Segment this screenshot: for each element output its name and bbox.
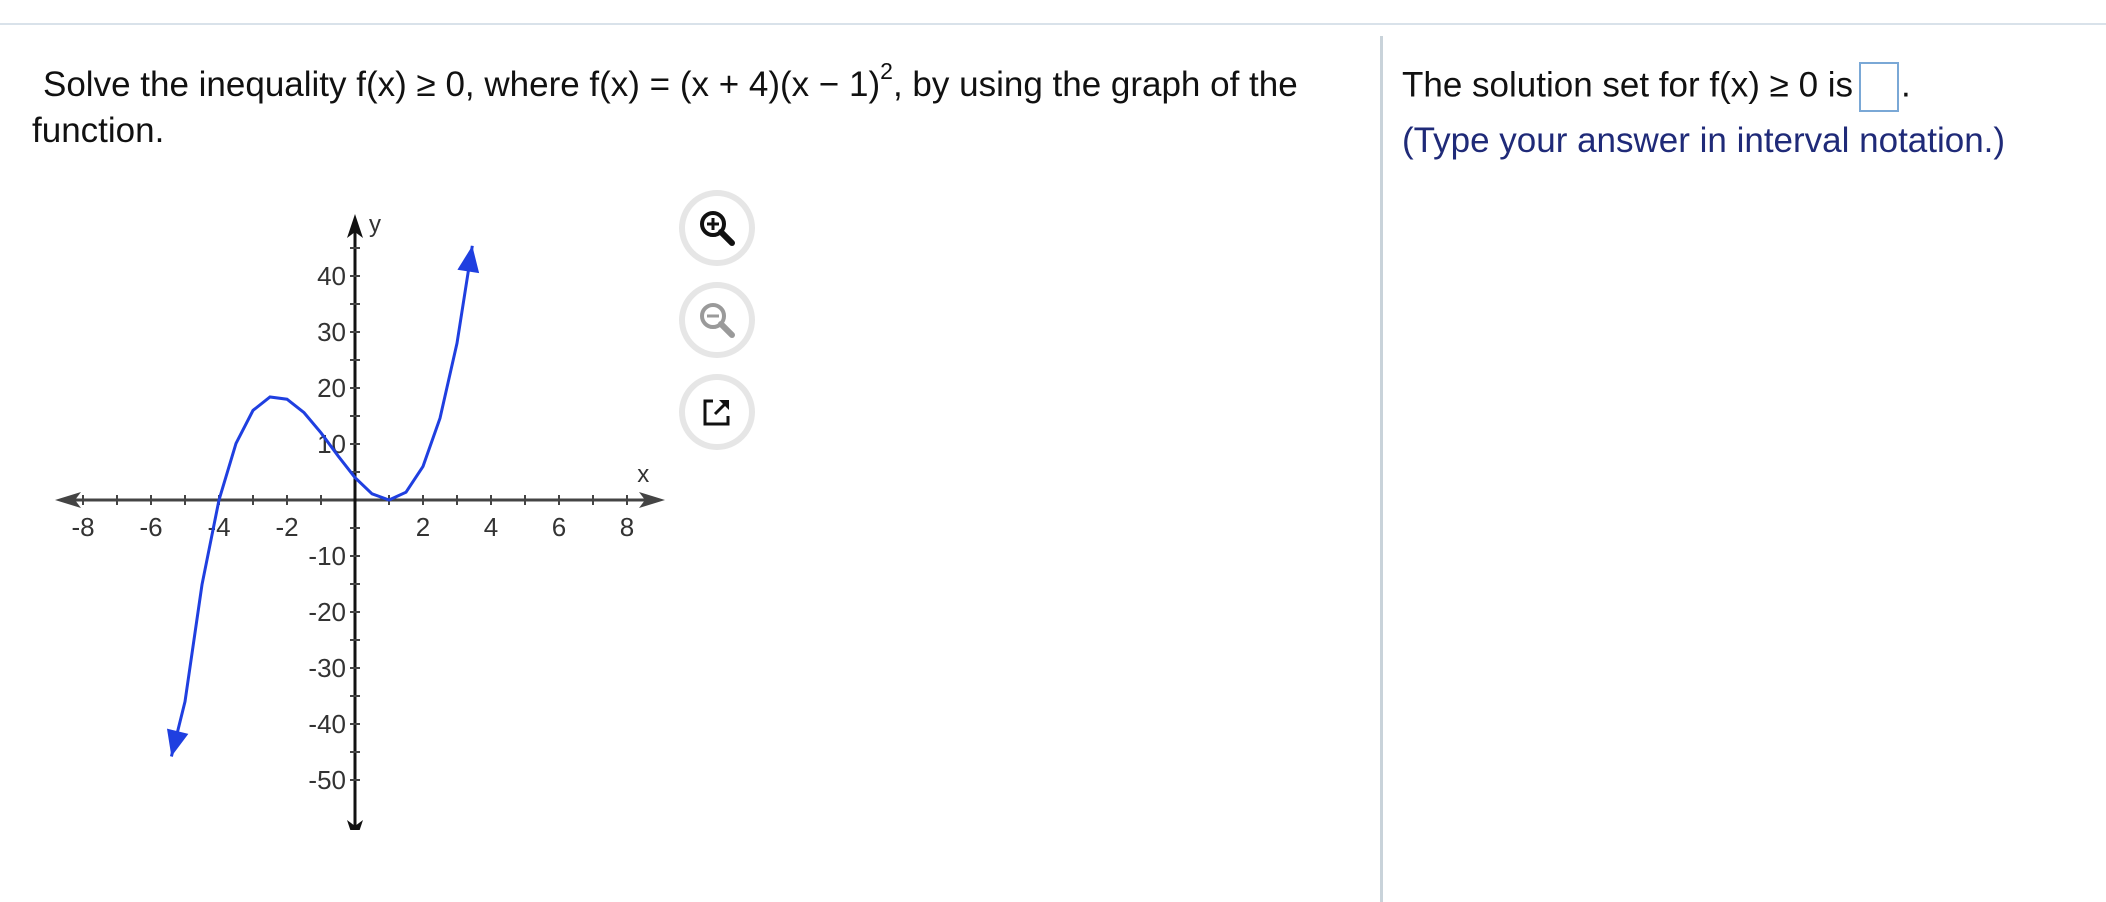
zoom-out-icon	[700, 303, 735, 338]
top-divider	[0, 23, 2106, 25]
external-link-icon	[703, 399, 730, 426]
answer-input-box[interactable]	[1859, 62, 1900, 112]
x-tick-label: -8	[71, 512, 94, 542]
y-tick-label: -10	[308, 541, 346, 571]
x-tick-label: -6	[139, 512, 162, 542]
question-line-1: Solve the inequality f(x) ≥ 0, where f(x…	[32, 60, 1352, 108]
x-tick-label: 6	[552, 512, 566, 542]
question-prefix: Solve the inequality f(x) ≥ 0, where f(x…	[43, 65, 881, 104]
y-axis-label: y	[369, 211, 381, 238]
y-tick-label: 20	[317, 373, 346, 403]
popout-button[interactable]	[685, 380, 749, 444]
function-graph: -8 -6 -4 -2 2 4 6 8 40 30 20 10 -10 -20 -30 -40 -50 x y	[30, 190, 700, 844]
question-suffix: , by using the graph of the	[892, 65, 1298, 104]
panel-divider	[1380, 36, 1383, 902]
zoom-out-button[interactable]	[685, 288, 749, 352]
x-tick-label: -2	[275, 512, 298, 542]
question-text: Solve the inequality f(x) ≥ 0, where f(x…	[32, 60, 1352, 154]
zoom-in-button[interactable]	[685, 196, 749, 260]
answer-hint: (Type your answer in interval notation.)	[1402, 121, 2006, 160]
x-tick-label: 4	[484, 512, 498, 542]
y-tick-label: -40	[308, 709, 346, 739]
answer-period: .	[1901, 65, 1911, 105]
graph-canvas: -8 -6 -4 -2 2 4 6 840302010-10-20-30-40-50xy	[55, 211, 665, 844]
y-tick-label: 40	[317, 261, 346, 291]
question-line-2: function.	[32, 111, 165, 150]
x-axis-label: x	[637, 461, 649, 488]
zoom-in-icon	[700, 211, 735, 246]
y-tick-label: -20	[308, 597, 346, 627]
answer-prompt: The solution set for f(x) ≥ 0 is	[1402, 65, 1854, 105]
answer-line: The solution set for f(x) ≥ 0 is.	[1402, 62, 2092, 112]
y-tick-label: -50	[308, 765, 346, 795]
curve-left-arrow	[166, 728, 189, 757]
x-tick-label: 2	[416, 512, 430, 542]
labels-layer: -8 -6 -4 -2 2 4 6 840302010-10-20-30-40-50xy	[71, 211, 649, 795]
curve-right-arrow	[457, 245, 480, 274]
y-tick-label: 30	[317, 317, 346, 347]
question-exponent: 2	[880, 58, 893, 85]
answer-panel: The solution set for f(x) ≥ 0 is. (Type …	[1402, 62, 2092, 164]
y-tick-label: -30	[308, 653, 346, 683]
x-tick-label: 8	[620, 512, 634, 542]
